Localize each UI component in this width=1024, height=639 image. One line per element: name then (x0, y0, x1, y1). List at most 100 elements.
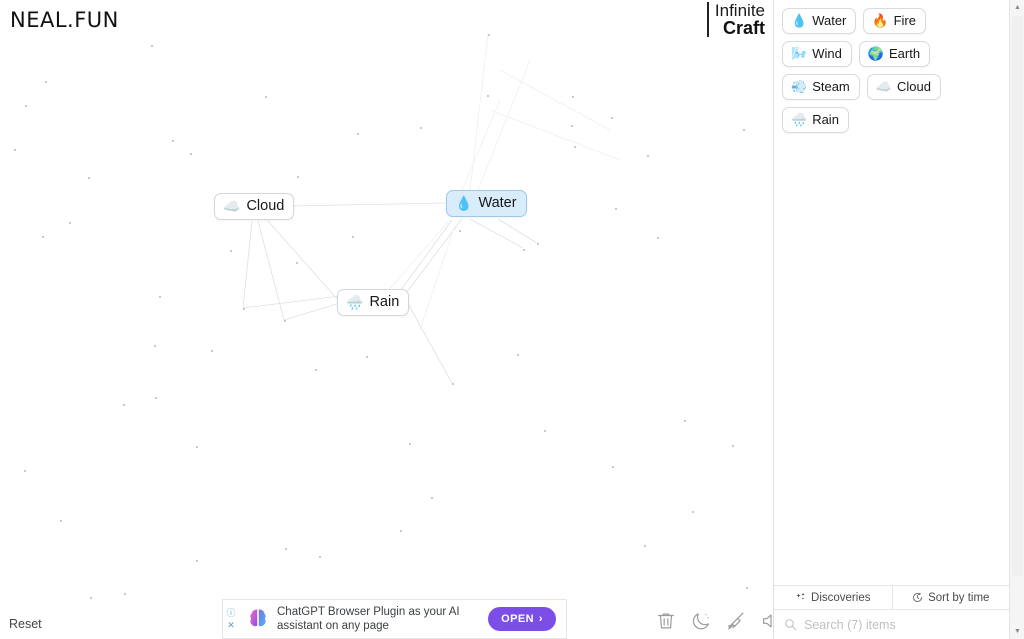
earth-icon: 🌍 (867, 46, 884, 61)
particle-dot (644, 545, 646, 547)
particle-dot (352, 236, 354, 238)
particle-dot (612, 466, 614, 468)
neal-fun-logo[interactable]: NEAL.FUN (10, 8, 119, 32)
particle-dot (190, 153, 192, 155)
particle-dot (692, 511, 694, 513)
fire-icon: 🔥 (872, 13, 889, 28)
element-chip-label: Wind (812, 46, 842, 61)
connection-lines (242, 33, 621, 384)
element-chip-cloud[interactable]: ☁️ Cloud (866, 74, 941, 100)
particle-dot (357, 133, 359, 135)
particle-dot (459, 230, 461, 232)
ad-close-icon[interactable]: ✕ (227, 620, 235, 630)
particle-dot (45, 81, 47, 83)
particle-dot (159, 296, 161, 298)
particle-dot (409, 443, 411, 445)
craft-canvas[interactable]: NEAL.FUN Infinite Craft ☁️ Cloud 💧 Water… (0, 0, 773, 639)
particle-dot (537, 243, 539, 245)
particle-dot (296, 262, 298, 264)
cloud-icon: ☁️ (223, 198, 241, 214)
element-chip-steam[interactable]: 💨 Steam (782, 74, 860, 100)
particle-dot (285, 548, 287, 550)
chevron-right-icon: › (538, 613, 543, 625)
tab-discoveries-label: Discoveries (811, 591, 871, 604)
canvas-node-label: Rain (369, 294, 400, 310)
particle-dot (154, 345, 156, 347)
particle-dot (151, 45, 153, 47)
particle-dot (319, 556, 321, 558)
particle-dot (124, 593, 126, 595)
element-chip-label: Fire (893, 13, 916, 28)
particle-dot (487, 95, 489, 97)
sound-icon[interactable] (760, 610, 773, 632)
canvas-node-cloud[interactable]: ☁️ Cloud (214, 193, 295, 220)
particle-dot (196, 560, 198, 562)
delete-icon[interactable] (655, 610, 677, 632)
canvas-node-water[interactable]: 💧 Water (446, 190, 527, 217)
particle-dot (684, 420, 686, 422)
ad-open-button[interactable]: OPEN › (488, 607, 556, 631)
particle-dot (230, 250, 232, 252)
particle-dot (452, 383, 454, 385)
particle-dot (572, 96, 574, 98)
particle-dot (88, 177, 90, 179)
canvas-node-rain[interactable]: 🌧️ Rain (337, 289, 410, 316)
element-chip-water[interactable]: 💧 Water (782, 8, 857, 34)
brain-icon (250, 609, 266, 627)
ad-info-icon[interactable]: ⓘ (226, 608, 235, 618)
particle-dot (42, 236, 44, 238)
particle-dot (732, 445, 734, 447)
search-input[interactable] (804, 617, 999, 632)
particle-dot (420, 127, 422, 129)
canvas-node-label: Water (478, 195, 517, 211)
particle-dot (25, 105, 27, 107)
particle-dot (431, 497, 433, 499)
element-list: 💧 Water 🔥 Fire 🌬️ Wind 🌍 Earth 💨 Steam ☁… (774, 0, 1009, 584)
logo-line-craft: Craft (722, 18, 765, 38)
element-chip-fire[interactable]: 🔥 Fire (863, 8, 926, 34)
ad-logo (239, 607, 277, 631)
clock-icon (913, 592, 922, 602)
tab-sort-by-time[interactable]: Sort by time (891, 586, 1010, 609)
ad-controls: ⓘ ✕ (223, 600, 239, 638)
search-icon (784, 618, 797, 631)
dark-mode-icon[interactable] (690, 610, 712, 632)
tab-discoveries[interactable]: Discoveries (774, 586, 892, 609)
particle-dot (400, 530, 402, 532)
search-bar[interactable] (774, 610, 1009, 639)
particle-dot (315, 369, 317, 371)
particle-dot (544, 430, 546, 432)
ad-banner[interactable]: ⓘ ✕ ChatGPT Browser Plugin as your AI as… (222, 599, 567, 639)
particle-dot (14, 149, 16, 151)
particle-dot (488, 34, 490, 36)
rain-cloud-icon: 🌧️ (791, 112, 808, 127)
particle-dot (172, 140, 174, 142)
particle-dot (574, 146, 576, 148)
canvas-node-label: Cloud (246, 198, 285, 214)
window-scrollbar[interactable]: ▲ ▼ (1009, 0, 1024, 639)
elements-sidebar: 💧 Water 🔥 Fire 🌬️ Wind 🌍 Earth 💨 Steam ☁… (773, 0, 1009, 639)
particle-dot (243, 308, 245, 310)
wind-icon: 🌬️ (791, 46, 808, 61)
scroll-up-arrow[interactable]: ▲ (1010, 0, 1024, 15)
element-chip-label: Steam (812, 79, 850, 94)
particle-dot (743, 129, 745, 131)
particle-dot (611, 117, 613, 119)
infinite-craft-logo: Infinite Craft (706, 1, 765, 38)
element-chip-rain[interactable]: 🌧️ Rain (782, 107, 849, 133)
element-chip-label: Rain (812, 112, 839, 127)
particle-dot (297, 176, 299, 178)
scrollbar-thumb[interactable] (1012, 16, 1023, 576)
scroll-down-arrow[interactable]: ▼ (1010, 624, 1024, 639)
canvas-toolbar (655, 610, 773, 632)
particle-dot (571, 125, 573, 127)
particle-dot (657, 237, 659, 239)
clear-icon[interactable] (725, 610, 747, 632)
element-chip-earth[interactable]: 🌍 Earth (858, 41, 931, 67)
reset-button[interactable]: Reset (9, 617, 42, 631)
particle-dot (196, 446, 198, 448)
element-chip-wind[interactable]: 🌬️ Wind (782, 41, 852, 67)
ad-open-label: OPEN (501, 613, 534, 625)
particle-dot (284, 320, 286, 322)
logo-line-infinite: Infinite (714, 1, 765, 20)
